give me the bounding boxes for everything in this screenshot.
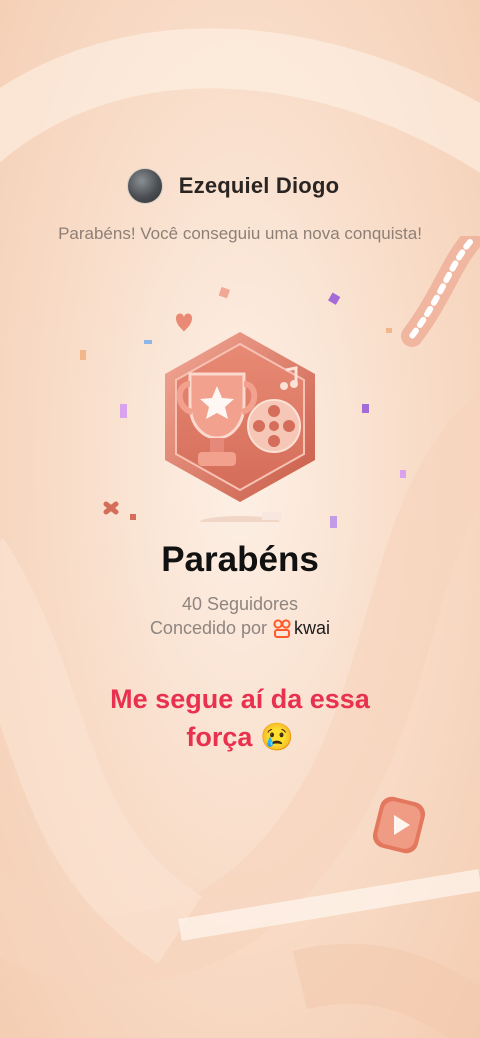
header: Ezequiel Diogo Parabéns! Você conseguiu … — [0, 168, 480, 244]
crying-emoji: 😢 — [259, 722, 294, 752]
granted-by-label: Concedido por — [149, 618, 268, 638]
heart-icon — [176, 313, 192, 332]
user-row[interactable]: Ezequiel Diogo — [0, 168, 480, 204]
confetti-decoration — [80, 286, 406, 528]
granted-by: Concedido por kwai — [0, 618, 480, 639]
kwai-brand: kwai — [273, 618, 330, 639]
play-icon[interactable] — [372, 795, 426, 855]
avatar[interactable] — [126, 168, 163, 204]
message-line-2: força — [186, 722, 253, 752]
achievement-title: Parabéns — [161, 540, 319, 579]
message-line-1: Me segue aí da essa — [110, 684, 370, 714]
username[interactable]: Ezequiel Diogo — [179, 173, 339, 199]
kwai-logo-icon — [273, 618, 291, 638]
user-message: Me segue aí da essa força 😢 — [60, 680, 420, 756]
followers-count: 40 Seguidores — [181, 594, 299, 614]
brand-name: kwai — [294, 618, 331, 638]
